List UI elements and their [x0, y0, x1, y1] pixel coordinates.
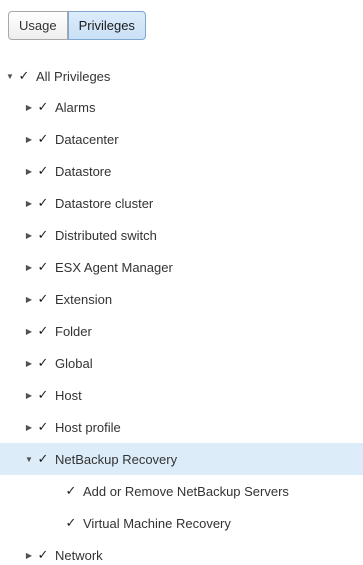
check-icon: ✓	[18, 68, 30, 83]
tree-node-network[interactable]: ▶ ✓ Network	[0, 539, 363, 565]
check-icon: ✓	[37, 163, 49, 178]
tree-node-all-privileges[interactable]: ▼ ✓ All Privileges	[0, 60, 363, 92]
check-icon: ✓	[37, 387, 49, 402]
check-icon: ✓	[65, 483, 77, 498]
tree-node-distributed-switch[interactable]: ▶ ✓ Distributed switch	[0, 219, 363, 251]
tree-node-folder[interactable]: ▶ ✓ Folder	[0, 315, 363, 347]
triangle-down-icon[interactable]: ▼	[24, 455, 34, 464]
tree-node-label: Datastore cluster	[55, 195, 154, 211]
check-icon: ✓	[65, 515, 77, 530]
check-icon: ✓	[37, 291, 49, 306]
check-icon: ✓	[37, 131, 49, 146]
triangle-right-icon[interactable]: ▶	[24, 199, 34, 208]
tree-node-label: Network	[55, 547, 103, 563]
triangle-right-icon[interactable]: ▶	[24, 551, 34, 560]
triangle-right-icon[interactable]: ▶	[24, 295, 34, 304]
check-icon: ✓	[37, 323, 49, 338]
tree-node-datacenter[interactable]: ▶ ✓ Datacenter	[0, 123, 363, 155]
triangle-right-icon[interactable]: ▶	[24, 359, 34, 368]
check-icon: ✓	[37, 99, 49, 114]
tree-node-label: All Privileges	[36, 68, 111, 84]
tree-node-extension[interactable]: ▶ ✓ Extension	[0, 283, 363, 315]
tree-node-add-or-remove-netbackup-servers[interactable]: ✓ Add or Remove NetBackup Servers	[0, 475, 363, 507]
triangle-right-icon[interactable]: ▶	[24, 263, 34, 272]
tree-node-label: NetBackup Recovery	[55, 451, 178, 467]
check-icon: ✓	[37, 259, 49, 274]
triangle-right-icon[interactable]: ▶	[24, 231, 34, 240]
check-icon: ✓	[37, 227, 49, 242]
check-icon: ✓	[37, 195, 49, 210]
tree-node-alarms[interactable]: ▶ ✓ Alarms	[0, 91, 363, 123]
tree-node-esx-agent-manager[interactable]: ▶ ✓ ESX Agent Manager	[0, 251, 363, 283]
tree-node-label: ESX Agent Manager	[55, 259, 173, 275]
tree-node-netbackup-recovery[interactable]: ▼ ✓ NetBackup Recovery	[0, 443, 363, 475]
tree-node-label: Alarms	[55, 99, 96, 115]
triangle-right-icon[interactable]: ▶	[24, 423, 34, 432]
tab-privileges[interactable]: Privileges	[67, 11, 146, 40]
tab-bar: Usage Privileges	[8, 11, 146, 40]
triangle-right-icon[interactable]: ▶	[24, 391, 34, 400]
tree-node-label: Folder	[55, 323, 92, 339]
tree-node-host-profile[interactable]: ▶ ✓ Host profile	[0, 411, 363, 443]
tree-node-label: Global	[55, 355, 93, 371]
tree-node-label: Virtual Machine Recovery	[83, 515, 231, 531]
tree-node-label: Datastore	[55, 163, 112, 179]
check-icon: ✓	[37, 419, 49, 434]
tree-node-label: Host profile	[55, 419, 121, 435]
check-icon: ✓	[37, 547, 49, 562]
triangle-right-icon[interactable]: ▶	[24, 167, 34, 176]
tree-node-label: Add or Remove NetBackup Servers	[83, 483, 289, 499]
tab-usage[interactable]: Usage	[8, 11, 68, 40]
tree-node-host[interactable]: ▶ ✓ Host	[0, 379, 363, 411]
tree-node-label: Datacenter	[55, 131, 119, 147]
check-icon: ✓	[37, 355, 49, 370]
privileges-panel: Usage Privileges ▼ ✓ All Privileges ▶ ✓ …	[0, 0, 363, 565]
tree-node-datastore-cluster[interactable]: ▶ ✓ Datastore cluster	[0, 187, 363, 219]
tree-node-label: Extension	[55, 291, 113, 307]
triangle-right-icon[interactable]: ▶	[24, 135, 34, 144]
tree-node-virtual-machine-recovery[interactable]: ✓ Virtual Machine Recovery	[0, 507, 363, 539]
tree-node-label: Host	[55, 387, 82, 403]
tree-node-global[interactable]: ▶ ✓ Global	[0, 347, 363, 379]
tree-node-label: Distributed switch	[55, 227, 157, 243]
triangle-right-icon[interactable]: ▶	[24, 103, 34, 112]
tree-node-datastore[interactable]: ▶ ✓ Datastore	[0, 155, 363, 187]
triangle-right-icon[interactable]: ▶	[24, 327, 34, 336]
check-icon: ✓	[37, 451, 49, 466]
triangle-down-icon[interactable]: ▼	[5, 72, 15, 81]
